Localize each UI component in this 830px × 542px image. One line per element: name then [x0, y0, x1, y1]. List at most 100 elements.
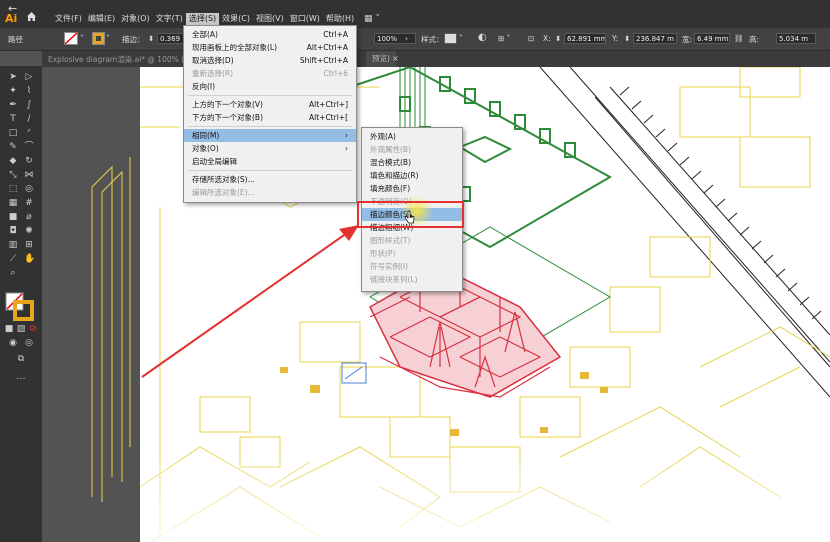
direct-selection-tool-icon[interactable]: ▷	[24, 72, 34, 82]
rotate-tool-icon[interactable]: ↻	[24, 156, 34, 166]
submenu-item-blending-mode[interactable]: 混合模式(B)	[362, 156, 462, 169]
menu-item-object[interactable]: 对象(O) ›	[184, 142, 356, 155]
menu-item-save-selection[interactable]: 存储所选对象(S)...	[184, 173, 356, 186]
stroke-weight-field[interactable]: 0.369	[157, 33, 185, 44]
menu-help[interactable]: 帮助(H)	[323, 13, 357, 25]
color-mode-icon[interactable]: ■	[4, 324, 14, 334]
stroke-dropdown-icon[interactable]: ˅	[106, 34, 110, 43]
menu-item-edit-selection[interactable]: 编辑所选对象(E)...	[184, 186, 356, 199]
selection-tool-icon[interactable]: ➤	[8, 72, 18, 82]
draw-mode-icon[interactable]: ◉	[8, 338, 18, 348]
shape-builder-tool-icon[interactable]: ◎	[24, 184, 34, 194]
close-tab-icon[interactable]: ×	[392, 54, 399, 63]
magic-wand-tool-icon[interactable]: ✦	[8, 86, 18, 96]
recolor-icon[interactable]: ◐	[478, 32, 487, 43]
submenu-item-graphic-style[interactable]: 图形样式(T)	[362, 234, 462, 247]
menu-item-all-on-artboard[interactable]: 现用画板上的全部对象(L) Alt+Ctrl+A	[184, 41, 356, 54]
type-tool-icon[interactable]: T	[8, 114, 18, 124]
eraser-tool-icon[interactable]: ◆	[8, 156, 18, 166]
blend-tool-icon[interactable]: ◘	[8, 226, 18, 236]
stroke-swatch[interactable]	[92, 32, 105, 45]
menu-item-start-global-edit[interactable]: 启动全局编辑	[184, 155, 356, 168]
fill-dropdown-icon[interactable]: ˅	[80, 34, 84, 43]
menu-edit[interactable]: 编辑(E)	[85, 13, 118, 25]
scale-tool-icon[interactable]: ⤡	[8, 170, 18, 180]
width-label: 宽:	[682, 35, 693, 44]
menu-item-reselect[interactable]: 重新选择(R) Ctrl+6	[184, 67, 356, 80]
y-field[interactable]: 236.847 m	[633, 33, 677, 44]
gradient-tool-icon[interactable]: ■	[8, 212, 18, 222]
screen-mode-icon[interactable]: ◎	[24, 338, 34, 348]
paintbrush-tool-icon[interactable]: ᐟ	[24, 128, 34, 138]
rectangle-tool-icon[interactable]: □	[8, 128, 18, 138]
edit-toolbar-icon[interactable]: …	[16, 372, 26, 382]
menu-item-all[interactable]: 全部(A) Ctrl+A	[184, 28, 356, 41]
menu-item-deselect[interactable]: 取消选择(D) Shift+Ctrl+A	[184, 54, 356, 67]
opacity-dropdown-icon[interactable]: ›	[405, 34, 408, 43]
submenu-item-appearance[interactable]: 外观(A)	[362, 130, 462, 143]
gradient-mode-icon[interactable]: ▨	[16, 324, 26, 334]
menu-item-next-object-above[interactable]: 上方的下一个对象(V) Alt+Ctrl+]	[184, 98, 356, 111]
fill-stroke-swatches[interactable]	[5, 292, 35, 322]
width-tool-icon[interactable]: ⋈	[24, 170, 34, 180]
pencil-tool-icon[interactable]: ✎	[8, 142, 18, 152]
hand-tool-icon[interactable]: ✋	[24, 254, 35, 264]
free-transform-tool-icon[interactable]: ⬚	[8, 184, 18, 194]
x-field[interactable]: 62.891 mm	[564, 33, 606, 44]
menu-item-inverse[interactable]: 反向(I)	[184, 80, 356, 93]
menu-window[interactable]: 窗口(W)	[287, 13, 323, 25]
stroke-label: 描边：	[122, 35, 145, 44]
width-field[interactable]: 6.49 mm	[694, 33, 730, 44]
height-field[interactable]: 5.034 m	[776, 33, 816, 44]
constrain-proportions-icon[interactable]: ⛓	[734, 34, 744, 43]
pen-tool-icon[interactable]: ✒	[8, 100, 18, 110]
select-menu-dropdown: 全部(A) Ctrl+A 现用画板上的全部对象(L) Alt+Ctrl+A 取消选择…	[183, 25, 357, 203]
transform-icon[interactable]: ⊡	[528, 34, 534, 43]
annotation-highlight-box	[357, 201, 464, 228]
lasso-tool-icon[interactable]: ⌇	[24, 86, 34, 96]
home-icon[interactable]	[26, 11, 37, 22]
menu-type[interactable]: 文字(T)	[153, 13, 186, 25]
submenu-item-appearance-attribute[interactable]: 外观属性(B)	[362, 143, 462, 156]
style-swatch[interactable]	[444, 33, 457, 44]
zoom-tool-icon[interactable]: ⌕	[8, 268, 18, 278]
curvature-tool-icon[interactable]: ∫	[24, 100, 34, 110]
tools-panel: ➤ ▷ ✦ ⌇ ✒ ∫ T / □ ᐟ ✎ ⌒ ◆ ↻ ⤡ ⋈ ⬚ ◎ ▦ # …	[0, 66, 42, 542]
symbol-sprayer-tool-icon[interactable]: ✺	[24, 226, 34, 236]
style-dropdown-icon[interactable]: ˅	[459, 34, 463, 43]
y-stepper-icon[interactable]: ⬍	[624, 34, 630, 43]
opacity-field[interactable]: 100%	[374, 33, 416, 44]
shaper-tool-icon[interactable]: ⌒	[24, 142, 34, 152]
slice-tool-icon[interactable]: ⟋	[8, 254, 18, 264]
submenu-item-shape[interactable]: 形状(P)	[362, 247, 462, 260]
perspective-grid-tool-icon[interactable]: ▦	[8, 198, 18, 208]
submenu-item-fill-and-stroke[interactable]: 填色和描边(R)	[362, 169, 462, 182]
submenu-item-fill-color[interactable]: 填充颜色(F)	[362, 182, 462, 195]
submenu-item-symbol-instance[interactable]: 符号实例(I)	[362, 260, 462, 273]
none-mode-icon[interactable]: ⊘	[28, 324, 38, 334]
menu-item-same[interactable]: 相同(M) ›	[184, 129, 356, 142]
menu-file[interactable]: 文件(F)	[52, 13, 85, 25]
mesh-tool-icon[interactable]: #	[24, 198, 34, 208]
annotation-arrow	[141, 225, 359, 378]
menu-view[interactable]: 视图(V)	[253, 13, 287, 25]
menu-item-next-object-below[interactable]: 下方的下一个对象(B) Alt+Ctrl+[	[184, 111, 356, 124]
menu-object[interactable]: 对象(O)	[118, 13, 153, 25]
menu-effect[interactable]: 效果(C)	[219, 13, 253, 25]
eyedropper-tool-icon[interactable]: ⌀	[24, 212, 34, 222]
change-screen-mode-icon[interactable]: ⧉	[16, 354, 26, 364]
height-label: 高:	[749, 35, 760, 44]
workspace-switcher-icon[interactable]: ▦ ˅	[364, 14, 380, 24]
line-tool-icon[interactable]: /	[24, 114, 34, 124]
document-tab[interactable]: Explosive diagram渲染.ai* @ 100% (预览	[48, 54, 199, 65]
submenu-item-link-block-series[interactable]: 链接块系列(L)	[362, 273, 462, 286]
fill-swatch[interactable]	[64, 32, 78, 45]
control-bar: 路径 ˅ ˅ 描边： ⬍ 0.369 100% › 样式： ˅ ◐ ⊞ ˅ ⊡ …	[0, 28, 830, 51]
artboard-tool-icon[interactable]: ⊞	[24, 240, 34, 250]
style-label: 样式：	[421, 35, 444, 44]
x-stepper-icon[interactable]: ⬍	[555, 34, 561, 43]
align-icon[interactable]: ⊞ ˅	[498, 34, 510, 43]
menu-select[interactable]: 选择(S)	[185, 13, 220, 25]
column-graph-tool-icon[interactable]: ▥	[8, 240, 18, 250]
stroke-stepper-icon[interactable]: ⬍	[148, 34, 154, 43]
